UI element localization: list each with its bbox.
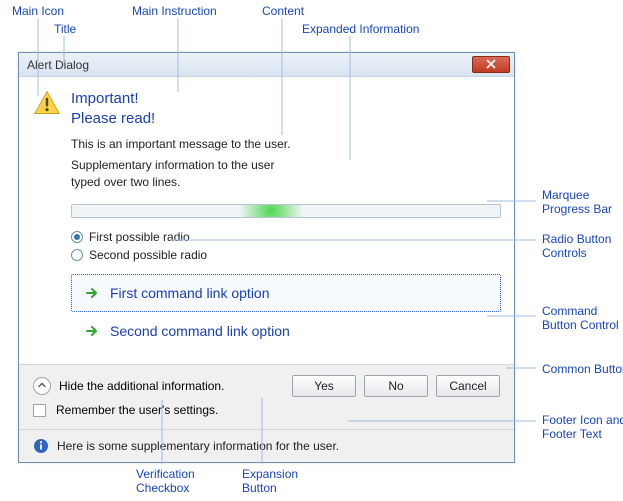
- arrow-right-icon: [84, 323, 100, 339]
- radio-label: First possible radio: [89, 230, 190, 244]
- window-title: Alert Dialog: [27, 58, 89, 72]
- chevron-up-icon: [37, 379, 47, 393]
- verification-label: Remember the user's settings.: [56, 403, 218, 417]
- callout-content: Content: [260, 4, 306, 18]
- expand-panel: Hide the additional information. Yes No …: [19, 364, 514, 429]
- cancel-button[interactable]: Cancel: [436, 375, 500, 397]
- main-instruction-line1: Important!: [71, 89, 155, 109]
- expansion-button[interactable]: [33, 377, 51, 395]
- marquee-progress-bar: [71, 204, 501, 218]
- dialog-body: Important! Please read! This is an impor…: [19, 77, 514, 364]
- warning-icon: [33, 89, 61, 117]
- callout-expansion: Expansion Button: [240, 467, 300, 495]
- radio-icon: [71, 249, 83, 261]
- expanded-information-text: Supplementary information to the user ty…: [71, 157, 301, 191]
- radio-option-1[interactable]: First possible radio: [71, 228, 500, 246]
- no-button[interactable]: No: [364, 375, 428, 397]
- callout-radios: Radio Button Controls: [540, 232, 613, 260]
- main-instruction-line2: Please read!: [71, 109, 155, 129]
- radio-group: First possible radio Second possible rad…: [71, 228, 500, 264]
- content-text: This is an important message to the user…: [71, 136, 331, 153]
- verification-checkbox[interactable]: [33, 404, 46, 417]
- footer-text: Here is some supplementary information f…: [57, 439, 339, 453]
- radio-option-2[interactable]: Second possible radio: [71, 246, 500, 264]
- content-area: This is an important message to the user…: [71, 136, 331, 190]
- close-icon: [486, 58, 496, 72]
- callout-common-buttons: Common Buttons: [540, 362, 623, 376]
- yes-button[interactable]: Yes: [292, 375, 356, 397]
- alert-dialog-window: Alert Dialog Important! Please read! Thi…: [18, 52, 515, 463]
- callout-main-icon: Main Icon: [10, 4, 66, 18]
- titlebar[interactable]: Alert Dialog: [19, 53, 514, 77]
- callout-marquee: Marquee Progress Bar: [540, 188, 614, 216]
- common-buttons: Yes No Cancel: [292, 375, 500, 397]
- callout-main-instruction: Main Instruction: [130, 4, 219, 18]
- info-icon: [33, 438, 49, 454]
- callout-expanded-info: Expanded Information: [300, 22, 421, 36]
- main-instruction: Important! Please read!: [71, 89, 155, 128]
- arrow-right-icon: [84, 285, 100, 301]
- expansion-label: Hide the additional information.: [59, 379, 224, 393]
- callout-footer: Footer Icon and Footer Text: [540, 413, 623, 441]
- callout-verification: Verification Checkbox: [134, 467, 197, 495]
- command-link-label: Second command link option: [110, 323, 290, 339]
- command-link-1[interactable]: First command link option: [71, 274, 501, 312]
- callout-cmdbtn: Command Button Control: [540, 304, 621, 332]
- radio-label: Second possible radio: [89, 248, 207, 262]
- close-button[interactable]: [472, 56, 510, 73]
- command-link-2[interactable]: Second command link option: [71, 312, 501, 350]
- command-links: First command link option Second command…: [71, 274, 501, 350]
- footer-area: Here is some supplementary information f…: [19, 429, 514, 462]
- command-link-label: First command link option: [110, 285, 270, 301]
- radio-icon: [71, 231, 83, 243]
- callout-title: Title: [52, 22, 78, 36]
